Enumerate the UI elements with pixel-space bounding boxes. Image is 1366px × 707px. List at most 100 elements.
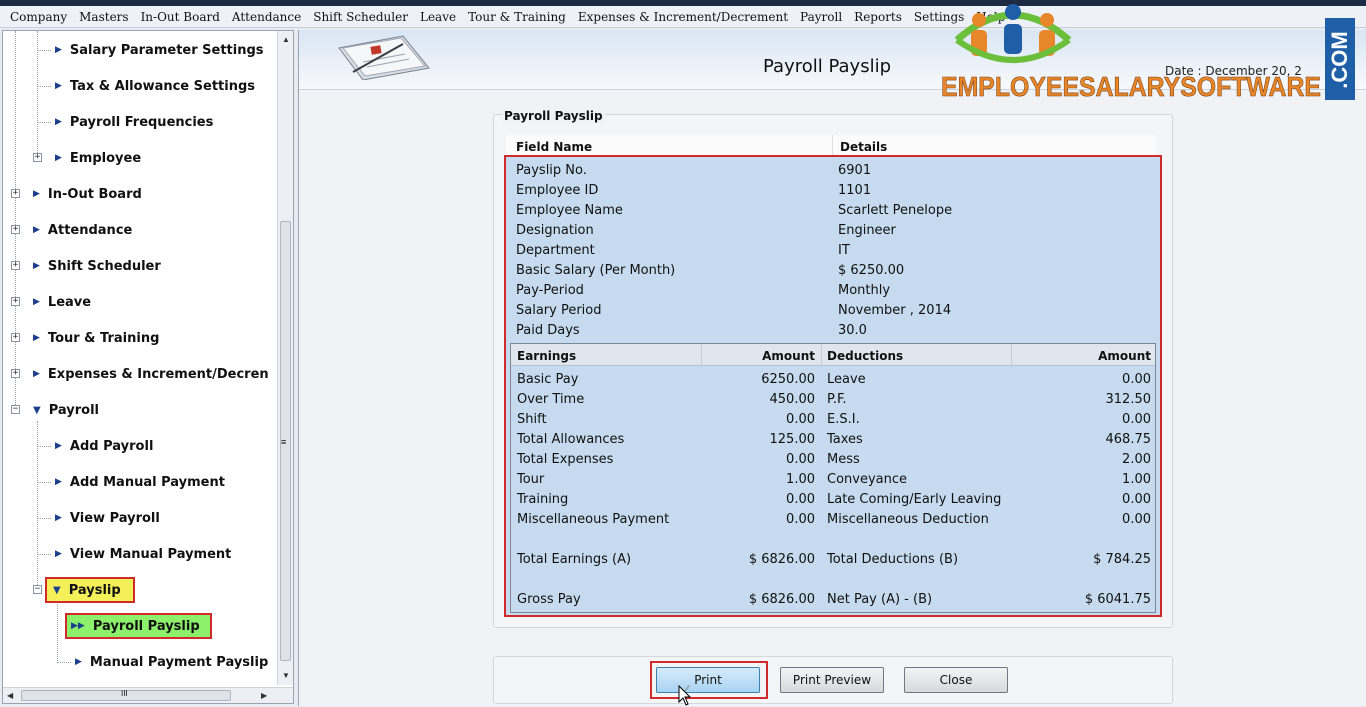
triangle-right-icon: ▶ [55,45,62,55]
vertical-scrollbar[interactable]: ▲ ≡ ▼ [277,31,293,685]
print-button[interactable]: Print [656,667,760,693]
sidebar-item-leave[interactable]: ▶ Leave [33,291,91,313]
column-header-amount: Amount [1098,349,1151,363]
expand-icon[interactable]: + [11,261,20,270]
field-value: 6901 [838,163,872,178]
collapse-icon[interactable]: − [33,585,42,594]
sidebar-item-employee[interactable]: ▶ Employee [55,147,141,169]
payslip-group: Payroll Payslip Field Name Details Paysl… [493,109,1173,628]
sidebar-item-payroll[interactable]: ▼ Payroll [33,399,99,421]
menu-shift-scheduler[interactable]: Shift Scheduler [307,10,414,24]
earning-label: Basic Pay [517,372,579,387]
triangle-right-icon: ▶ [33,297,40,307]
menu-payroll[interactable]: Payroll [794,10,848,24]
earnings-deductions-table: Earnings Amount Deductions Amount Basic … [510,343,1156,613]
menu-attendance[interactable]: Attendance [226,10,307,24]
field-value: 30.0 [838,323,867,338]
sidebar-item-label: Salary Parameter Settings [69,42,264,58]
sidebar-item-manual-payment-payslip[interactable]: ▶ Manual Payment Payslip [75,651,268,673]
sidebar-item-tour-training[interactable]: ▶ Tour & Training [33,327,159,349]
scroll-up-icon[interactable]: ▲ [282,35,290,44]
sidebar-item-payroll-frequencies[interactable]: ▶ Payroll Frequencies [55,111,213,133]
menu-leave[interactable]: Leave [414,10,462,24]
deduction-label: E.S.I. [827,412,860,427]
field-row: Salary Period November , 2014 [514,301,1154,321]
print-preview-button[interactable]: Print Preview [780,667,884,693]
column-header-field-name: Field Name [516,140,593,154]
sidebar-item-expenses[interactable]: ▶ Expenses & Increment/Decren [33,363,269,385]
triangle-right-icon: ▶ [75,657,82,667]
sidebar-item-payslip[interactable]: ▼ Payslip [45,577,135,603]
sidebar-item-label: Shift Scheduler [47,258,161,274]
close-button[interactable]: Close [904,667,1008,693]
earning-label: Total Earnings (A) [517,552,632,567]
deduction-amount: 312.50 [1105,392,1152,407]
deduction-amount: 1.00 [1122,472,1151,487]
expand-icon[interactable]: + [33,153,42,162]
scroll-down-icon[interactable]: ▼ [282,671,290,680]
sidebar-item-label: View Payroll [69,510,160,526]
earning-amount: $ 6826.00 [748,592,815,607]
tree-line [57,662,71,663]
expand-icon[interactable]: + [11,333,20,342]
sidebar-item-in-out-board[interactable]: ▶ In-Out Board [33,183,142,205]
earning-label: Over Time [517,392,585,407]
field-row: Basic Salary (Per Month) $ 6250.00 [514,261,1154,281]
sidebar-item-payroll-payslip[interactable]: ▶▶ Payroll Payslip [65,613,212,639]
column-header-amount: Amount [762,349,815,363]
totals-row: Total Earnings (A) $ 6826.00 Total Deducti… [511,550,1155,570]
deduction-amount: 0.00 [1122,372,1151,387]
earning-label: Training [517,492,569,507]
sidebar-item-label: Expenses & Increment/Decren [47,366,269,382]
earning-amount: 1.00 [786,472,815,487]
triangle-right-icon: ▶ [55,117,62,127]
sidebar-item-label: Manual Payment Payslip [89,654,269,670]
tree-line [37,554,51,555]
sidebar-item-label: Add Payroll [69,438,154,454]
menu-in-out-board[interactable]: In-Out Board [135,10,226,24]
sidebar-item-view-manual-payment[interactable]: ▶ View Manual Payment [55,543,231,565]
sidebar-item-attendance[interactable]: ▶ Attendance [33,219,132,241]
field-value: 1101 [838,183,872,198]
earning-amount: 125.00 [769,432,816,447]
sidebar-item-view-payroll[interactable]: ▶ View Payroll [55,507,160,529]
sidebar-item-add-payroll[interactable]: ▶ Add Payroll [55,435,153,457]
column-divider [832,135,833,157]
expand-icon[interactable]: + [11,369,20,378]
earning-label: Total Expenses [517,452,614,467]
menu-company[interactable]: Company [4,10,73,24]
sidebar-item-add-manual-payment[interactable]: ▶ Add Manual Payment [55,471,225,493]
expand-icon[interactable]: + [11,225,20,234]
main-panel: Payroll Payslip Date : December 20, 2 .C… [298,4,1366,706]
collapse-icon[interactable]: − [11,405,20,414]
earning-amount: 6250.00 [761,372,815,387]
grip-icon: ≡ [281,437,287,447]
scroll-left-icon[interactable]: ◀ [7,691,13,700]
earning-amount: $ 6826.00 [748,552,815,567]
scroll-right-icon[interactable]: ▶ [261,691,267,700]
horizontal-scrollbar[interactable]: ◀ III ▶ [3,687,293,703]
earning-amount: 0.00 [786,412,815,427]
tree-line [37,518,51,519]
menu-tour-training[interactable]: Tour & Training [462,10,572,24]
earning-label: Total Allowances [517,432,625,447]
menu-reports[interactable]: Reports [848,10,908,24]
earning-amount: 0.00 [786,512,815,527]
expand-icon[interactable]: + [11,189,20,198]
field-row: Pay-Period Monthly [514,281,1154,301]
triangle-right-icon: ▶ [55,513,62,523]
sidebar-item-shift-scheduler[interactable]: ▶ Shift Scheduler [33,255,161,277]
menu-masters[interactable]: Masters [73,10,134,24]
menu-expenses[interactable]: Expenses & Increment/Decrement [572,10,794,24]
deduction-label: Conveyance [827,472,908,487]
field-row: Department IT [514,241,1154,261]
deduction-label: Net Pay (A) - (B) [827,592,933,607]
sidebar-item-salary-parameter-settings[interactable]: ▶ Salary Parameter Settings [55,39,264,61]
column-divider [821,344,822,366]
expand-icon[interactable]: + [11,297,20,306]
deduction-label: Late Coming/Early Leaving [827,492,1002,507]
sidebar-item-tax-allowance-settings[interactable]: ▶ Tax & Allowance Settings [55,75,255,97]
payslip-header-row: Field Name Details [506,135,1156,157]
table-row: Training 0.00 Late Coming/Early Leaving 0.0… [511,490,1155,510]
field-name: Employee ID [516,183,599,198]
